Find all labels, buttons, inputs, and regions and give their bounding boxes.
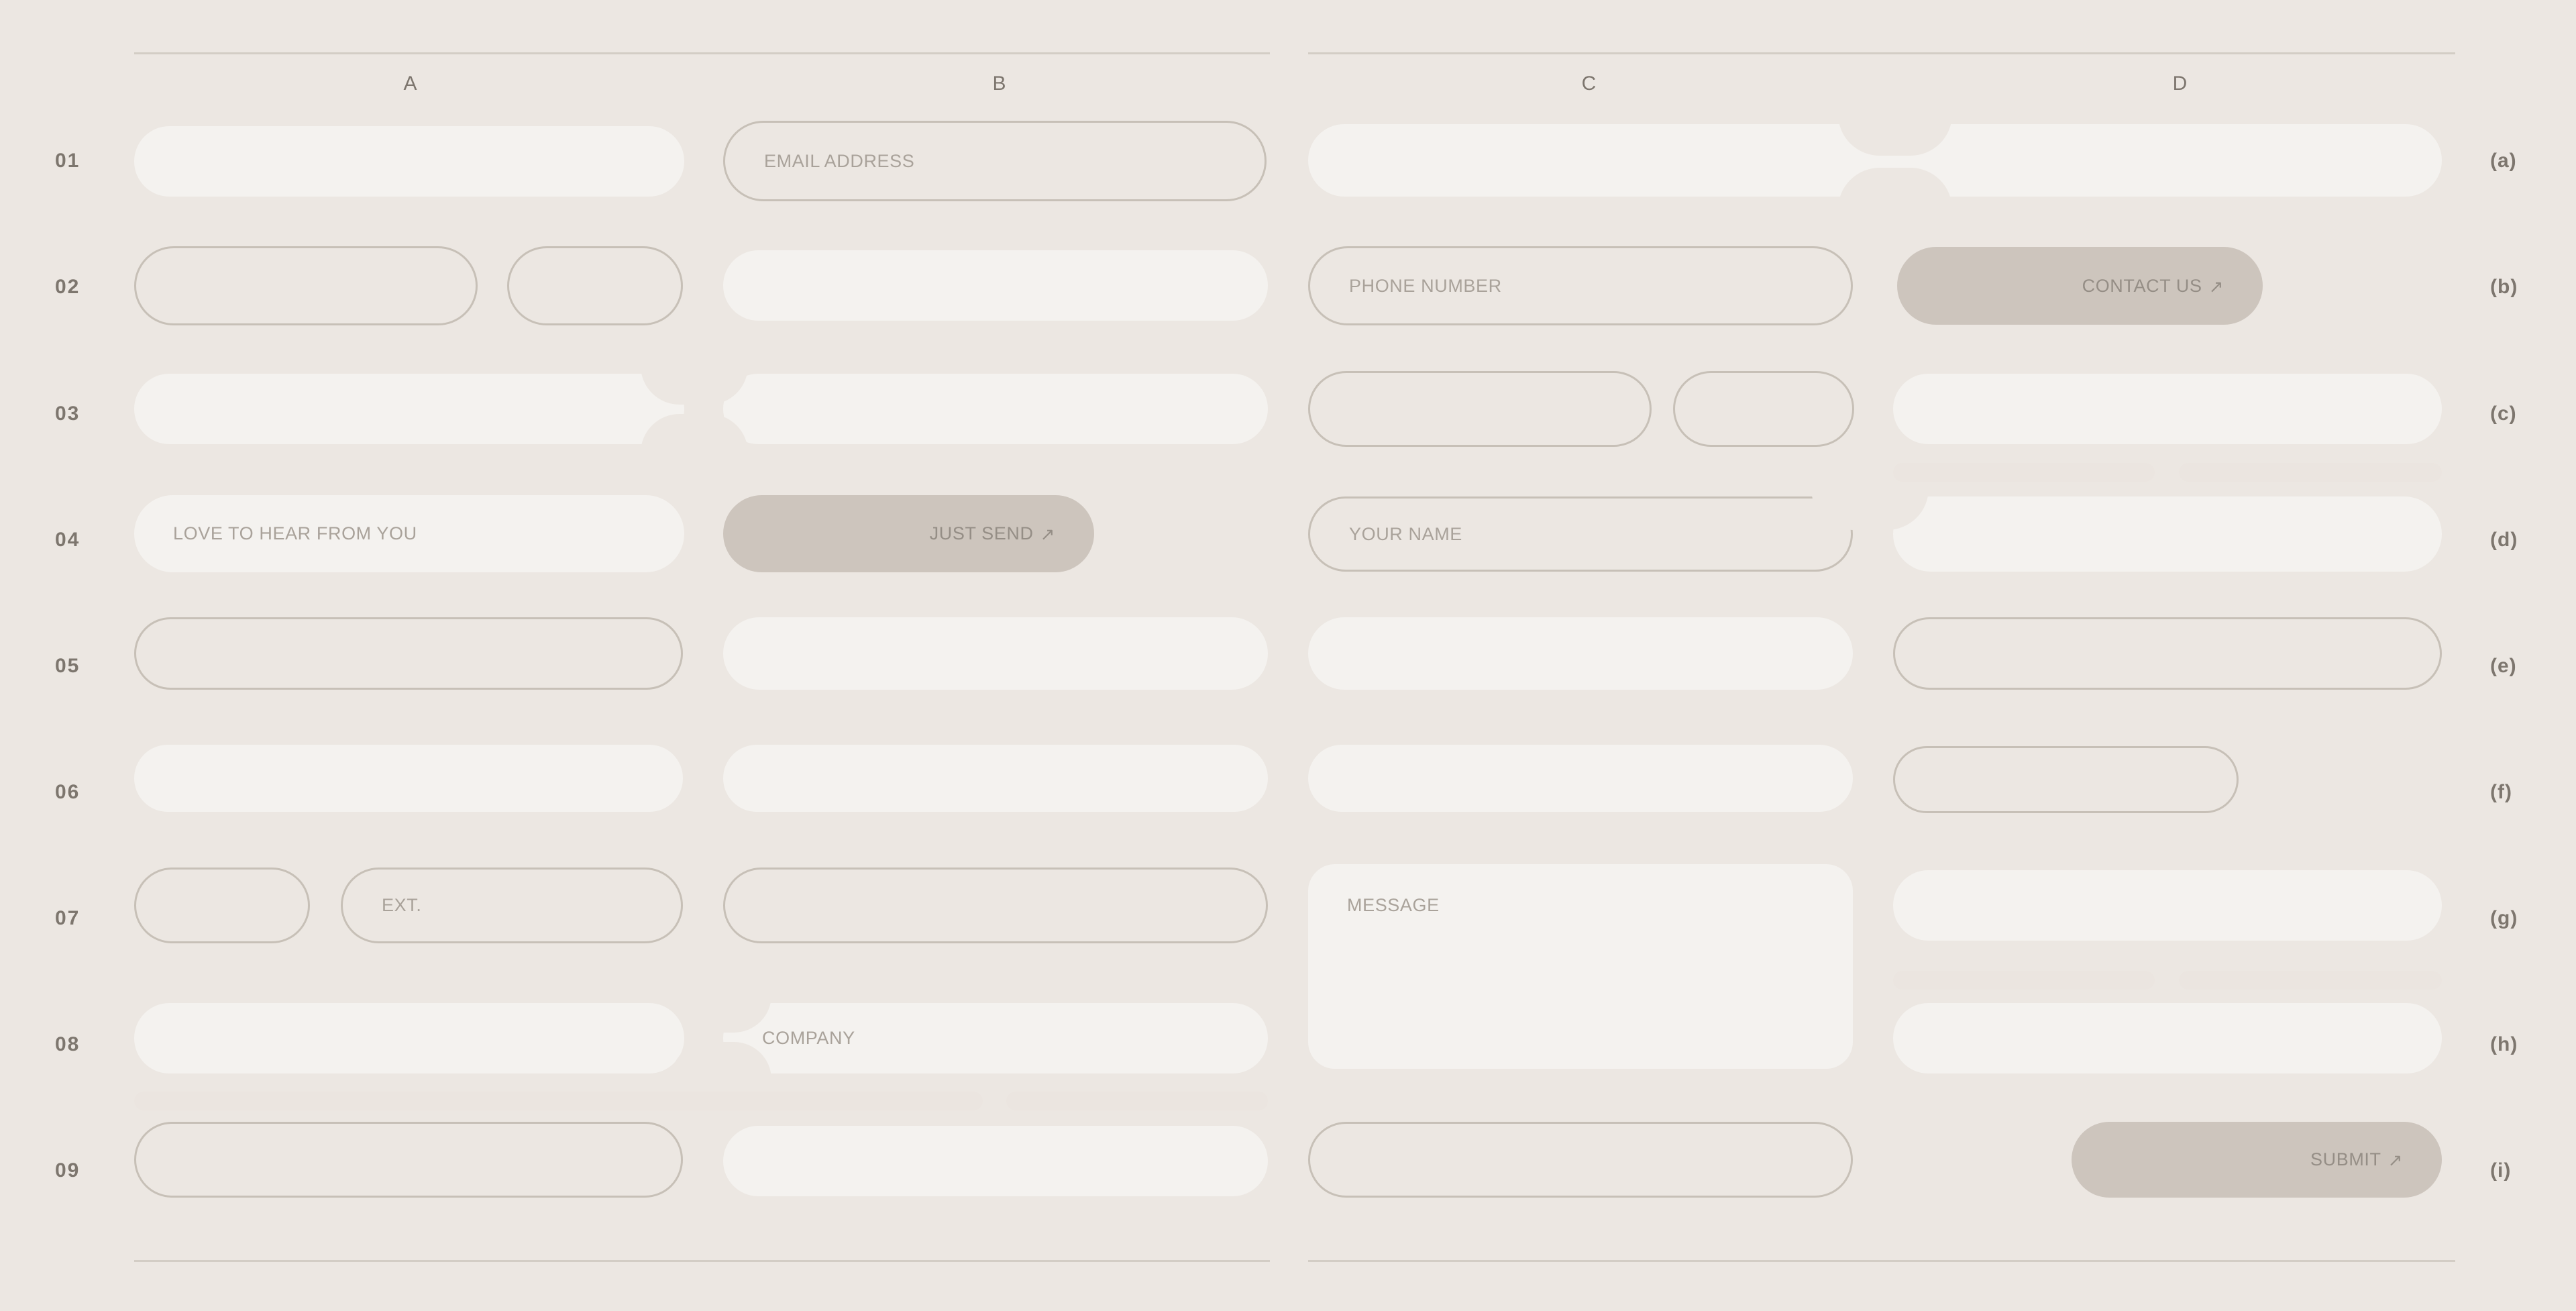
field-row09-a[interactable] — [134, 1122, 683, 1198]
field-row05-a[interactable] — [134, 617, 683, 690]
email-address-placeholder: EMAIL ADDRESS — [764, 150, 915, 171]
row-number-05: 05 — [55, 655, 80, 677]
arrow-up-right-icon: ↗ — [1040, 524, 1055, 544]
just-send-label: JUST SEND ↗ — [930, 523, 1094, 544]
field-row09-c[interactable] — [1308, 1122, 1853, 1198]
company-input[interactable]: COMPANY — [723, 1003, 1268, 1073]
contact-form-wireframe: A B C D 01 02 03 04 05 06 07 08 09 (a) (… — [0, 0, 2576, 1311]
field-row05-b[interactable] — [723, 617, 1268, 690]
field-row03-d[interactable] — [1893, 374, 2442, 444]
just-send-text: JUST SEND — [929, 523, 1034, 543]
field-row02-a1[interactable] — [134, 246, 478, 325]
field-row03-c2[interactable] — [1673, 371, 1854, 447]
bar-row08-a — [134, 1092, 983, 1110]
row-letter-b: (b) — [2490, 276, 2518, 298]
column-header-b: B — [992, 72, 1007, 95]
bottom-rule-left — [134, 1260, 1270, 1262]
column-header-a: A — [403, 72, 418, 95]
love-to-hear-placeholder: LOVE TO HEAR FROM YOU — [173, 523, 417, 543]
row-letter-a: (a) — [2490, 150, 2517, 172]
field-row06-a[interactable] — [134, 745, 683, 812]
submit-label: SUBMIT ↗ — [2310, 1149, 2442, 1170]
column-header-d: D — [2172, 72, 2188, 95]
field-row01-c[interactable] — [1308, 124, 1898, 197]
field-row03-c1[interactable] — [1308, 371, 1652, 447]
love-to-hear-input[interactable]: LOVE TO HEAR FROM YOU — [134, 495, 684, 572]
field-row06-d[interactable] — [1893, 746, 2239, 813]
bottom-rule-right — [1308, 1260, 2455, 1262]
field-row04-d[interactable] — [1893, 496, 2442, 572]
row-letter-h: (h) — [2490, 1033, 2518, 1055]
field-row07-d[interactable] — [1893, 870, 2442, 941]
contact-us-text: CONTACT US — [2082, 275, 2202, 296]
field-row09-b[interactable] — [723, 1126, 1268, 1196]
row-number-03: 03 — [55, 403, 80, 425]
message-placeholder: MESSAGE — [1347, 895, 1440, 915]
field-row06-c[interactable] — [1308, 745, 1853, 812]
contact-us-button[interactable]: CONTACT US ↗ — [1897, 247, 2263, 325]
arrow-up-right-icon: ↗ — [2387, 1150, 2403, 1170]
field-row03-b[interactable] — [723, 374, 1268, 444]
row-number-01: 01 — [55, 150, 80, 172]
row-number-08: 08 — [55, 1033, 80, 1055]
bar-row08-b — [1006, 1092, 1268, 1110]
phone-number-input[interactable]: PHONE NUMBER — [1308, 246, 1853, 325]
company-placeholder: COMPANY — [762, 1028, 855, 1048]
submit-text: SUBMIT — [2310, 1149, 2381, 1169]
bar-row07-d2 — [2179, 971, 2442, 990]
row-letter-i: (i) — [2490, 1159, 2512, 1182]
extension-placeholder: EXT. — [382, 895, 422, 915]
row-number-06: 06 — [55, 781, 80, 803]
bar-row07-d1 — [1893, 971, 2155, 990]
arrow-up-right-icon: ↗ — [2208, 276, 2224, 297]
row-number-04: 04 — [55, 529, 80, 551]
field-row06-b[interactable] — [723, 745, 1268, 812]
submit-button[interactable]: SUBMIT ↗ — [2072, 1122, 2442, 1198]
message-textarea[interactable]: MESSAGE — [1308, 864, 1853, 1069]
field-row07-a1[interactable] — [134, 868, 310, 943]
row-number-07: 07 — [55, 907, 80, 929]
field-row08-a[interactable] — [134, 1003, 684, 1073]
top-rule-left — [134, 52, 1270, 54]
row-letter-e: (e) — [2490, 655, 2517, 677]
field-row01-a[interactable] — [134, 126, 684, 197]
row-letter-d: (d) — [2490, 529, 2518, 551]
contact-us-label: CONTACT US ↗ — [2082, 276, 2263, 297]
column-header-c: C — [1581, 72, 1597, 95]
field-row01-d[interactable] — [1892, 124, 2442, 197]
row-number-02: 02 — [55, 276, 80, 298]
row-letter-f: (f) — [2490, 781, 2512, 803]
field-row05-d[interactable] — [1893, 617, 2442, 690]
phone-number-placeholder: PHONE NUMBER — [1349, 275, 1502, 296]
extension-input[interactable]: EXT. — [341, 868, 683, 943]
field-row03-a[interactable] — [134, 374, 684, 444]
field-row08-d[interactable] — [1893, 1003, 2442, 1073]
field-row02-b[interactable] — [723, 250, 1268, 321]
top-rule-right — [1308, 52, 2455, 54]
bar-row03-d1 — [1893, 463, 2155, 482]
just-send-button[interactable]: JUST SEND ↗ — [723, 495, 1094, 572]
field-row05-c[interactable] — [1308, 617, 1853, 690]
your-name-input[interactable]: YOUR NAME — [1308, 496, 1853, 572]
field-row02-a2[interactable] — [507, 246, 683, 325]
field-row07-b[interactable] — [723, 868, 1268, 943]
bar-row03-d2 — [2179, 463, 2442, 482]
row-letter-c: (c) — [2490, 403, 2517, 425]
your-name-placeholder: YOUR NAME — [1349, 523, 1462, 544]
row-letter-g: (g) — [2490, 907, 2518, 929]
row-number-09: 09 — [55, 1159, 80, 1182]
email-address-input[interactable]: EMAIL ADDRESS — [723, 121, 1267, 201]
